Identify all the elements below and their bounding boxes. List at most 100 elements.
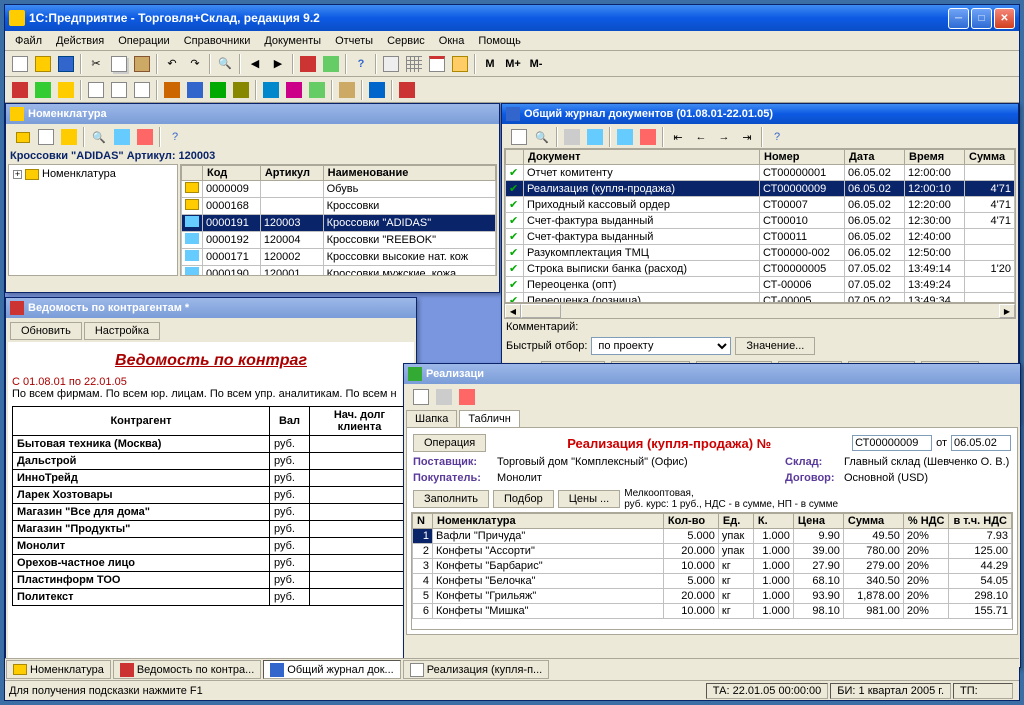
tb-m[interactable]: M xyxy=(479,53,501,75)
nomen-tb-help-icon[interactable]: ? xyxy=(164,126,186,148)
tab-table[interactable]: Табличн xyxy=(459,410,520,427)
table-row[interactable]: ✔Разукомплектация ТМЦСТ00000-00206.05.02… xyxy=(506,245,1015,261)
jrn-tb1-icon[interactable] xyxy=(508,126,530,148)
tb-arrow-next-icon[interactable]: ▶ xyxy=(267,53,289,75)
table-row[interactable]: ИнноТрейдруб. xyxy=(13,470,410,487)
table-row[interactable]: ✔Приходный кассовый ордерСТ0000706.05.02… xyxy=(506,197,1015,213)
table-row[interactable]: 0000191120003Кроссовки "ADIDAS" xyxy=(182,215,496,232)
menu-actions[interactable]: Действия xyxy=(50,33,110,49)
realiz-fill-button[interactable]: Заполнить xyxy=(413,490,489,508)
tb2-p-icon[interactable] xyxy=(396,79,418,101)
table-row[interactable]: Пластинформ ТООруб. xyxy=(13,572,410,589)
table-row[interactable]: Орехов-частное лицоруб. xyxy=(13,555,410,572)
tb-redo-icon[interactable]: ↷ xyxy=(184,53,206,75)
table-row[interactable]: Дальстройруб. xyxy=(13,453,410,470)
journal-filter-select[interactable]: по проекту xyxy=(591,337,731,355)
tb-copy-icon[interactable] xyxy=(108,53,130,75)
tb2-m-icon[interactable] xyxy=(306,79,328,101)
tb2-c-icon[interactable] xyxy=(55,79,77,101)
tb-home-icon[interactable] xyxy=(297,53,319,75)
tb-undo-icon[interactable]: ↶ xyxy=(161,53,183,75)
task-journal[interactable]: Общий журнал док... xyxy=(263,660,400,679)
tree-plus-icon[interactable]: + xyxy=(13,170,22,179)
jrn-tb10-icon[interactable]: ⇥ xyxy=(736,126,758,148)
table-row[interactable]: Магазин "Все для дома"руб. xyxy=(13,504,410,521)
tb2-f-icon[interactable] xyxy=(131,79,153,101)
table-row[interactable]: ✔Отчет комитентуСТ0000000106.05.0212:00:… xyxy=(506,165,1015,181)
maximize-button[interactable]: □ xyxy=(971,8,992,29)
table-row[interactable]: Бытовая техника (Москва)руб. xyxy=(13,436,410,453)
realiz-titlebar[interactable]: Реализаци xyxy=(404,364,1020,384)
tb-save-icon[interactable] xyxy=(55,53,77,75)
table-row[interactable]: ✔Строка выписки банка (расход)СТ00000005… xyxy=(506,261,1015,277)
journal-value-button[interactable]: Значение... xyxy=(735,337,815,355)
tb2-n-icon[interactable] xyxy=(336,79,358,101)
task-realiz[interactable]: Реализация (купля-п... xyxy=(403,660,550,679)
tb2-o-icon[interactable] xyxy=(366,79,388,101)
table-row[interactable]: Ларек Хозтоварыруб. xyxy=(13,487,410,504)
journal-hscroll[interactable]: ◀ ▶ xyxy=(504,303,1016,319)
table-row[interactable]: ✔Счет-фактура выданныйСТ0001006.05.0212:… xyxy=(506,213,1015,229)
scroll-right-icon[interactable]: ▶ xyxy=(999,304,1015,318)
table-row[interactable]: 0000009Обувь xyxy=(182,181,496,198)
menu-reports[interactable]: Отчеты xyxy=(329,33,379,49)
tb2-k-icon[interactable] xyxy=(260,79,282,101)
nomen-tb5-icon[interactable] xyxy=(111,126,133,148)
table-row[interactable]: Политекструб. xyxy=(13,589,410,606)
nomen-tb2-icon[interactable] xyxy=(35,126,57,148)
menu-windows[interactable]: Окна xyxy=(433,33,471,49)
tb2-b-icon[interactable] xyxy=(32,79,54,101)
realiz-docnum-input[interactable] xyxy=(852,435,932,451)
menu-file[interactable]: Файл xyxy=(9,33,48,49)
rl-tb2-icon[interactable] xyxy=(433,386,455,408)
realiz-oper-button[interactable]: Операция xyxy=(413,434,486,452)
tb-paste-icon[interactable] xyxy=(131,53,153,75)
table-row[interactable]: ✔Переоценка (розница)СТ-0000507.05.0213:… xyxy=(506,293,1015,304)
task-nomen[interactable]: Номенклатура xyxy=(6,660,111,679)
tb2-h-icon[interactable] xyxy=(184,79,206,101)
tb-tree-icon[interactable] xyxy=(320,53,342,75)
tb-arrow-prev-icon[interactable]: ◀ xyxy=(244,53,266,75)
scroll-left-icon[interactable]: ◀ xyxy=(505,304,521,318)
vedom-update-button[interactable]: Обновить xyxy=(10,322,82,340)
table-row[interactable]: ✔Счет-фактура выданныйСТ0001106.05.0212:… xyxy=(506,229,1015,245)
table-row[interactable]: 0000190120001Кроссовки мужские, кожа xyxy=(182,266,496,277)
jrn-tb7-icon[interactable]: ⇤ xyxy=(667,126,689,148)
tb2-l-icon[interactable] xyxy=(283,79,305,101)
tb-find-icon[interactable]: 🔍 xyxy=(214,53,236,75)
jrn-tb-help-icon[interactable]: ? xyxy=(766,126,788,148)
table-row[interactable]: 3Конфеты "Барбарис"10.000кг1.00027.90279… xyxy=(413,559,1012,574)
tree-root[interactable]: + Номенклатура xyxy=(11,167,175,181)
tb-new-icon[interactable] xyxy=(9,53,31,75)
tb-cut-icon[interactable]: ✂ xyxy=(85,53,107,75)
realiz-prices-button[interactable]: Цены ... xyxy=(558,490,620,508)
tab-header[interactable]: Шапка xyxy=(406,410,457,427)
tb2-j-icon[interactable] xyxy=(230,79,252,101)
tb2-g-icon[interactable] xyxy=(161,79,183,101)
table-row[interactable]: 0000171120002Кроссовки высокие нат. кож xyxy=(182,249,496,266)
tb-cal-icon[interactable] xyxy=(426,53,448,75)
vedom-setup-button[interactable]: Настройка xyxy=(84,322,160,340)
table-row[interactable]: 0000192120004Кроссовки "REEBOK" xyxy=(182,232,496,249)
minimize-button[interactable]: ─ xyxy=(948,8,969,29)
tb2-e-icon[interactable] xyxy=(108,79,130,101)
journal-grid[interactable]: Документ Номер Дата Время Сумма ✔Отчет к… xyxy=(504,148,1016,303)
rl-tb3-icon[interactable] xyxy=(456,386,478,408)
jrn-tb8-icon[interactable]: ← xyxy=(690,126,712,148)
menu-operations[interactable]: Операции xyxy=(112,33,175,49)
tb-open-icon[interactable] xyxy=(32,53,54,75)
tb-help-icon[interactable]: ? xyxy=(350,53,372,75)
jrn-tb4-icon[interactable] xyxy=(584,126,606,148)
nomen-tb6-icon[interactable] xyxy=(134,126,156,148)
table-row[interactable]: 6Конфеты "Мишка"10.000кг1.00098.10981.00… xyxy=(413,604,1012,619)
tb-mplus[interactable]: M+ xyxy=(502,53,524,75)
menu-service[interactable]: Сервис xyxy=(381,33,431,49)
nomen-tb1-icon[interactable] xyxy=(12,126,34,148)
table-row[interactable]: Монолитруб. xyxy=(13,538,410,555)
table-row[interactable]: 1Вафли "Причуда"5.000упак1.0009.9049.502… xyxy=(413,529,1012,544)
close-button[interactable]: ✕ xyxy=(994,8,1015,29)
table-row[interactable]: 2Конфеты "Ассорти"20.000упак1.00039.0078… xyxy=(413,544,1012,559)
tb-calc-icon[interactable] xyxy=(380,53,402,75)
table-row[interactable]: 0000168Кроссовки xyxy=(182,198,496,215)
nomen-tree[interactable]: + Номенклатура xyxy=(8,164,178,276)
